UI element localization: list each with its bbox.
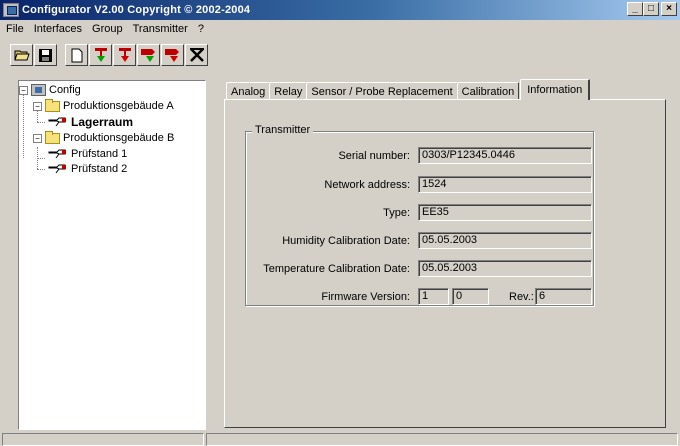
write-transmitter-icon [118, 48, 131, 62]
tree-node-pruefstand-2[interactable]: Prüfstand 2 [47, 162, 127, 176]
window-controls: _ □ × [627, 2, 677, 16]
window-title: Configurator V2.00 Copyright © 2002-2004 [22, 4, 251, 16]
temperature-calibration-date-label: Temperature Calibration Date: [263, 263, 410, 275]
tree-label-pruefstand-1: Prüfstand 1 [71, 148, 128, 160]
tab-information[interactable]: Information [520, 79, 591, 100]
probe-icon [48, 164, 66, 174]
revision-field[interactable]: 6 [535, 288, 592, 305]
groupbox-title: Transmitter [252, 124, 314, 136]
firmware-minor-field[interactable]: 0 [452, 288, 489, 305]
status-bar [0, 432, 680, 446]
pane-splitter[interactable] [206, 80, 220, 430]
open-folder-icon [13, 50, 30, 61]
tree-label-lagerraum: Lagerraum [71, 115, 134, 129]
save-button[interactable] [34, 44, 57, 66]
tab-calibration[interactable]: Calibration [456, 82, 520, 100]
menu-file[interactable]: File [2, 23, 30, 35]
tab-analog[interactable]: Analog [226, 82, 271, 100]
probe-icon [48, 117, 66, 127]
firmware-major-field[interactable]: 1 [418, 288, 449, 305]
temperature-calibration-date-field[interactable]: 05.05.2003 [418, 260, 592, 277]
tab-strip: Analog Relay Sensor / Probe Replacement … [226, 79, 591, 100]
title-bar: Configurator V2.00 Copyright © 2002-2004… [0, 0, 680, 20]
revision-label: Rev.: [509, 291, 534, 303]
new-button[interactable] [65, 44, 88, 66]
tree-node-pruefstand-1[interactable]: Prüfstand 1 [47, 147, 127, 161]
type-label: Type: [383, 207, 410, 219]
status-cell-left [2, 433, 204, 446]
tree-label-config: Config [49, 84, 81, 96]
serial-number-label: Serial number: [338, 150, 410, 162]
humidity-calibration-date-field[interactable]: 05.05.2003 [418, 232, 592, 249]
information-panel: Transmitter Serial number: 0303/P12345.0… [224, 99, 666, 428]
read-transmitter-icon [94, 48, 107, 62]
write-transmitter-button[interactable] [113, 44, 136, 66]
menu-bar: File Interfaces Group Transmitter ? [0, 20, 680, 38]
folder-icon [45, 98, 60, 112]
tree-node-config[interactable]: − Config [19, 83, 81, 97]
delete-button[interactable] [185, 44, 208, 66]
menu-transmitter[interactable]: Transmitter [129, 23, 194, 35]
humidity-calibration-date-label: Humidity Calibration Date: [282, 235, 410, 247]
collapse-icon[interactable]: − [33, 133, 42, 143]
serial-number-field[interactable]: 0303/P12345.0446 [418, 147, 592, 164]
computer-icon [31, 84, 46, 96]
tab-sensor-probe-replacement[interactable]: Sensor / Probe Replacement [306, 82, 458, 100]
delete-icon [189, 48, 204, 62]
tab-relay[interactable]: Relay [269, 82, 308, 100]
transmitter-groupbox: Transmitter Serial number: 0303/P12345.0… [245, 124, 594, 306]
open-button[interactable] [10, 44, 33, 66]
folder-icon [45, 130, 60, 144]
close-button[interactable]: × [661, 2, 677, 16]
network-address-label: Network address: [324, 179, 410, 191]
read-transmitter-button[interactable] [89, 44, 112, 66]
probe-icon [48, 149, 66, 159]
status-cell-main [206, 433, 678, 446]
save-disk-icon [39, 48, 52, 62]
type-field[interactable]: EE35 [418, 204, 592, 221]
network-address-field[interactable]: 1524 [418, 176, 592, 193]
read-group-button[interactable] [137, 44, 160, 66]
tree-label-group-b: Produktionsgebäude B [63, 132, 175, 144]
tree-node-lagerraum[interactable]: Lagerraum [47, 115, 133, 129]
tree-node-group-a[interactable]: − Produktionsgebäude A [33, 98, 174, 113]
write-group-button[interactable] [161, 44, 184, 66]
config-tree[interactable]: − Config − Produktionsgebäude A Lagerrau… [18, 80, 206, 430]
menu-help[interactable]: ? [194, 23, 210, 35]
app-icon [3, 3, 19, 17]
new-document-icon [71, 48, 82, 62]
read-group-icon [140, 49, 155, 62]
tab-control: Analog Relay Sensor / Probe Replacement … [220, 78, 672, 430]
write-group-icon [164, 49, 179, 62]
menu-group[interactable]: Group [88, 23, 129, 35]
collapse-icon[interactable]: − [19, 85, 28, 95]
firmware-version-label: Firmware Version: [321, 291, 410, 303]
menu-interfaces[interactable]: Interfaces [30, 23, 88, 35]
tree-node-group-b[interactable]: − Produktionsgebäude B [33, 130, 175, 145]
tree-label-group-a: Produktionsgebäude A [63, 100, 174, 112]
minimize-button[interactable]: _ [627, 2, 643, 16]
maximize-button[interactable]: □ [643, 2, 659, 16]
tree-label-pruefstand-2: Prüfstand 2 [71, 163, 128, 175]
collapse-icon[interactable]: − [33, 101, 42, 111]
toolbar [0, 39, 680, 71]
